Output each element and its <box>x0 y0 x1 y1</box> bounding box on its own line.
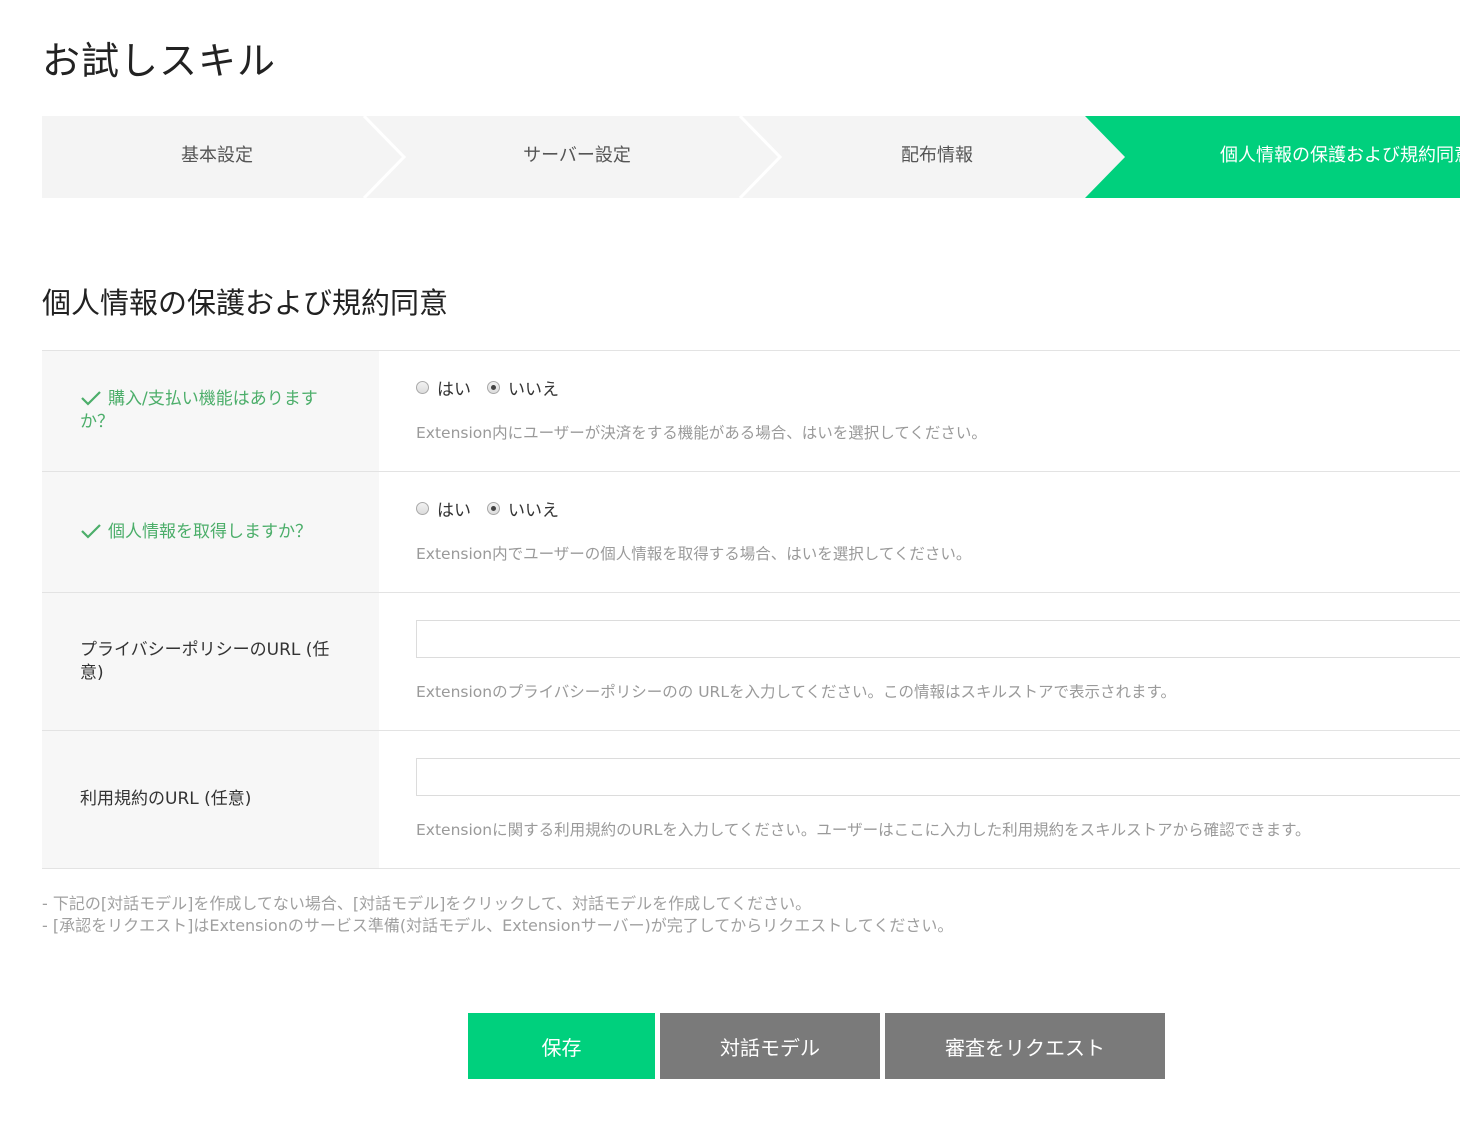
check-icon <box>81 391 101 406</box>
form-row-terms-url: 利用規約のURL (任意) Extensionに関する利用規約のURLを入力して… <box>42 731 1460 869</box>
terms-url-label: 利用規約のURL (任意) <box>42 731 379 868</box>
form-row-personal-info: 個人情報を取得しますか？ はい いいえ Extension内でユーザーの個人情報… <box>42 472 1460 593</box>
payment-label-text: 購入/支払い機能はありますか？ <box>80 389 318 432</box>
terms-url-input[interactable] <box>416 758 1460 796</box>
step-label-privacy[interactable]: 個人情報の保護および規約同意 <box>1220 116 1460 198</box>
stepper: 基本設定 サーバー設定 配布情報 個人情報の保護および規約同意 <box>42 116 1460 198</box>
personal-info-body: はい いいえ Extension内でユーザーの個人情報を取得する場合、はいを選択… <box>379 472 1460 592</box>
step-label-server[interactable]: サーバー設定 <box>394 116 760 198</box>
payment-yes-label[interactable]: はい <box>437 375 471 400</box>
terms-url-hint: Extensionに関する利用規約のURLを入力してください。ユーザーはここに入… <box>416 821 1311 839</box>
step-label-basic[interactable]: 基本設定 <box>42 116 392 198</box>
personal-info-yes-label[interactable]: はい <box>437 496 471 521</box>
payment-hint: Extension内にユーザーが決済をする機能がある場合、はいを選択してください… <box>416 424 987 442</box>
step-label-distribution[interactable]: 配布情報 <box>772 116 1102 198</box>
payment-no-label[interactable]: いいえ <box>508 375 559 400</box>
privacy-url-label: プライバシーポリシーのURL (任意) <box>42 593 379 730</box>
privacy-form: 購入/支払い機能はありますか？ はい いいえ Extension内にユーザーが決… <box>42 350 1460 869</box>
save-button[interactable]: 保存 <box>468 1013 655 1079</box>
privacy-url-body: Extensionのプライバシーポリシーのの URLを入力してください。この情報… <box>379 593 1460 730</box>
form-row-privacy-url: プライバシーポリシーのURL (任意) Extensionのプライバシーポリシー… <box>42 593 1460 731</box>
notes: - 下記の[対話モデル]を作成してない場合、[対話モデル]をクリックして、対話モ… <box>42 893 953 937</box>
payment-body: はい いいえ Extension内にユーザーが決済をする機能がある場合、はいを選… <box>379 351 1460 471</box>
payment-yes-radio[interactable] <box>416 381 429 394</box>
payment-no-radio[interactable] <box>487 381 500 394</box>
request-review-button[interactable]: 審査をリクエスト <box>885 1013 1165 1079</box>
page-title: お試しスキル <box>42 39 277 83</box>
check-icon <box>81 523 101 539</box>
personal-info-yes-radio[interactable] <box>416 502 429 515</box>
personal-info-label-text: 個人情報を取得しますか？ <box>108 521 312 542</box>
personal-info-radio-group: はい いいえ <box>416 496 575 521</box>
note-request-review: - [承認をリクエスト]はExtensionのサービス準備(対話モデル、Exte… <box>42 916 954 935</box>
payment-radio-group: はい いいえ <box>416 375 575 400</box>
payment-label: 購入/支払い機能はありますか？ <box>42 351 379 471</box>
personal-info-label: 個人情報を取得しますか？ <box>42 472 379 592</box>
form-row-payment: 購入/支払い機能はありますか？ はい いいえ Extension内にユーザーが決… <box>42 351 1460 472</box>
privacy-url-input[interactable] <box>416 620 1460 658</box>
privacy-url-hint: Extensionのプライバシーポリシーのの URLを入力してください。この情報… <box>416 683 1176 701</box>
note-dialog-model: - 下記の[対話モデル]を作成してない場合、[対話モデル]をクリックして、対話モ… <box>42 894 812 913</box>
personal-info-hint: Extension内でユーザーの個人情報を取得する場合、はいを選択してください。 <box>416 545 972 563</box>
personal-info-no-label[interactable]: いいえ <box>508 496 559 521</box>
terms-url-body: Extensionに関する利用規約のURLを入力してください。ユーザーはここに入… <box>379 731 1460 868</box>
dialog-model-button[interactable]: 対話モデル <box>660 1013 880 1079</box>
personal-info-no-radio[interactable] <box>487 502 500 515</box>
section-title: 個人情報の保護および規約同意 <box>42 286 449 320</box>
